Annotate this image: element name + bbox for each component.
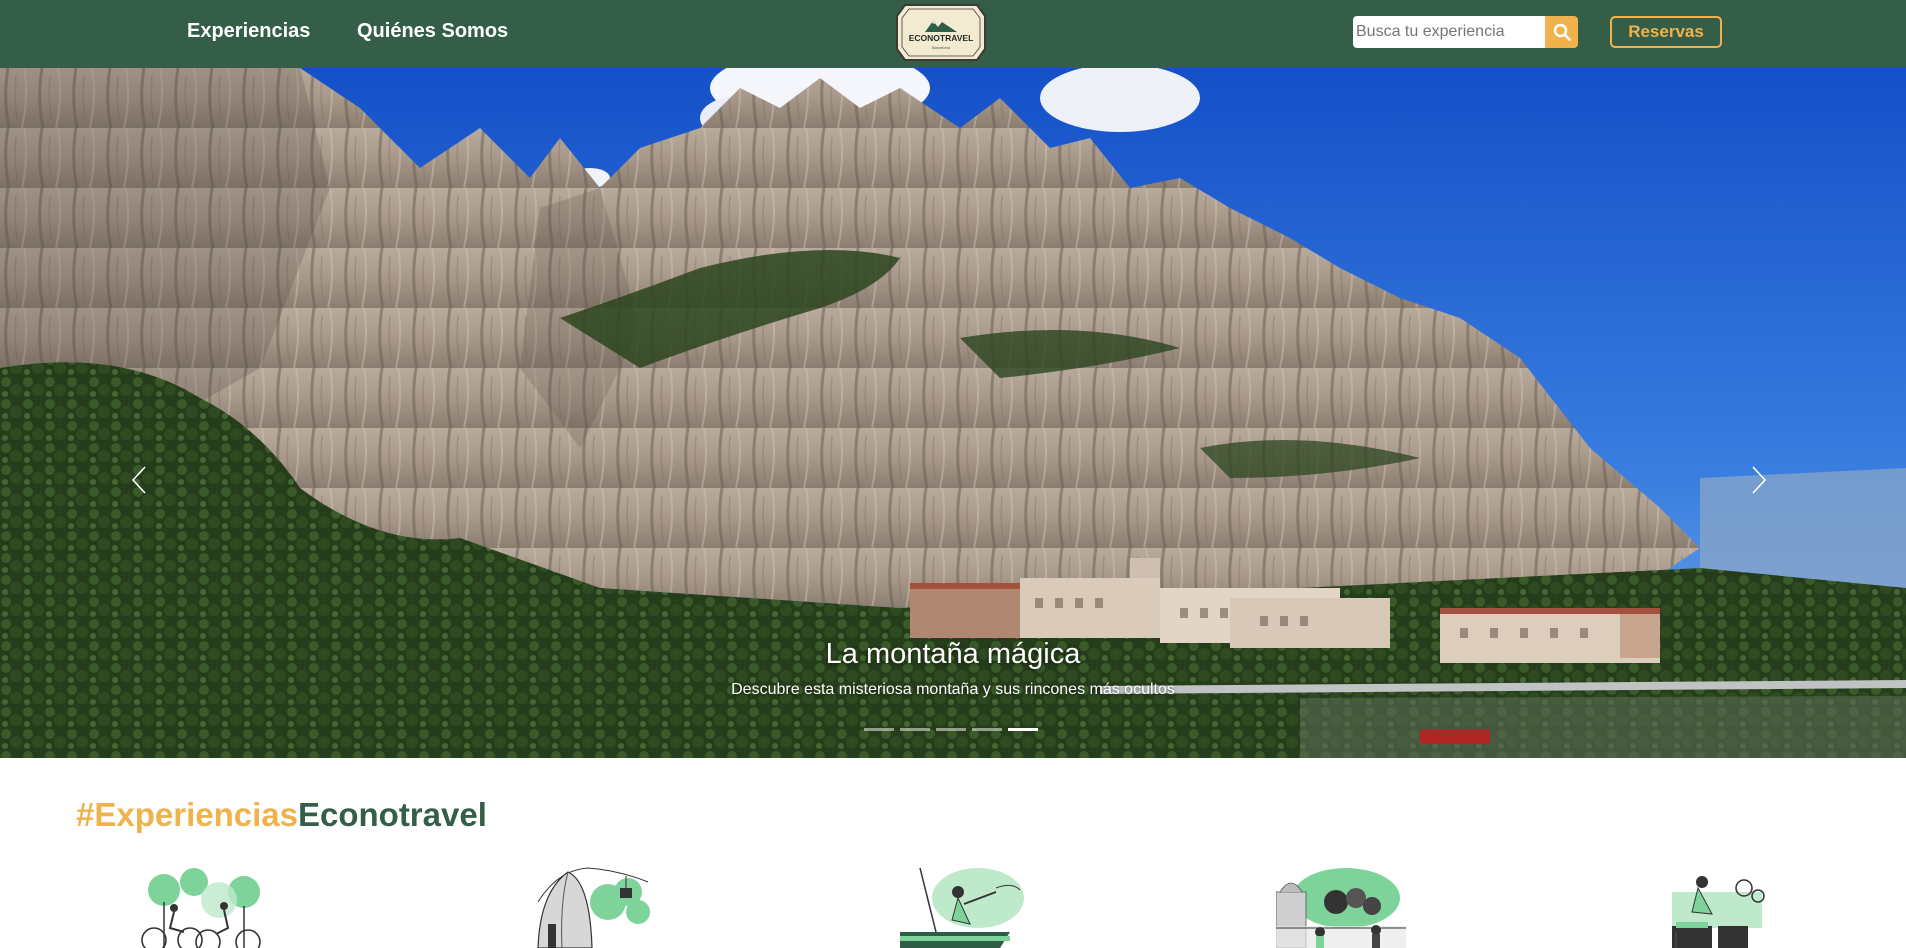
carousel-indicator[interactable] — [864, 728, 894, 731]
cooking-illustration[interactable] — [1662, 862, 1772, 948]
sailing-illustration[interactable] — [900, 862, 1030, 948]
hero-carousel: La montaña mágica Descubre esta misterio… — [0, 68, 1906, 758]
carousel-indicator[interactable] — [900, 728, 930, 731]
nav-link-quienes-somos[interactable]: Quiénes Somos — [357, 20, 508, 43]
carousel-next-button[interactable] — [1742, 460, 1776, 500]
heading-hashtag: #Experiencias — [76, 796, 298, 833]
carousel-indicator-active[interactable] — [1008, 728, 1038, 731]
search-input[interactable] — [1353, 16, 1545, 48]
search-button[interactable] — [1545, 16, 1578, 48]
carousel-indicators — [864, 728, 1038, 731]
chevron-left-icon — [131, 466, 146, 494]
search-icon — [1553, 23, 1571, 41]
city-tour-illustration[interactable] — [1276, 862, 1406, 948]
slide-caption-title: La montaña mágica — [825, 638, 1081, 670]
logo-text: ECONOTRAVEL — [909, 33, 974, 43]
chevron-right-icon — [1752, 466, 1767, 494]
mountain-cablecar-illustration[interactable] — [528, 862, 656, 948]
heading-brand: Econotravel — [297, 796, 487, 833]
cycling-illustration[interactable] — [124, 862, 274, 948]
carousel-prev-button[interactable] — [122, 460, 156, 500]
section-heading: #ExperienciasEconotravel — [76, 796, 487, 834]
logo-subtext: Barcelona — [932, 45, 951, 50]
carousel-indicator[interactable] — [972, 728, 1002, 731]
slide-caption-subtitle: Descubre esta misteriosa montaña y sus r… — [731, 681, 1175, 698]
nav-link-experiencias[interactable]: Experiencias — [187, 20, 310, 43]
reservas-button[interactable]: Reservas — [1610, 16, 1722, 48]
carousel-indicator[interactable] — [936, 728, 966, 731]
navbar: Experiencias Quiénes Somos ECONOTRAVEL B… — [0, 0, 1906, 68]
search-form — [1353, 16, 1578, 48]
econotravel-logo[interactable]: ECONOTRAVEL Barcelona — [895, 2, 987, 63]
